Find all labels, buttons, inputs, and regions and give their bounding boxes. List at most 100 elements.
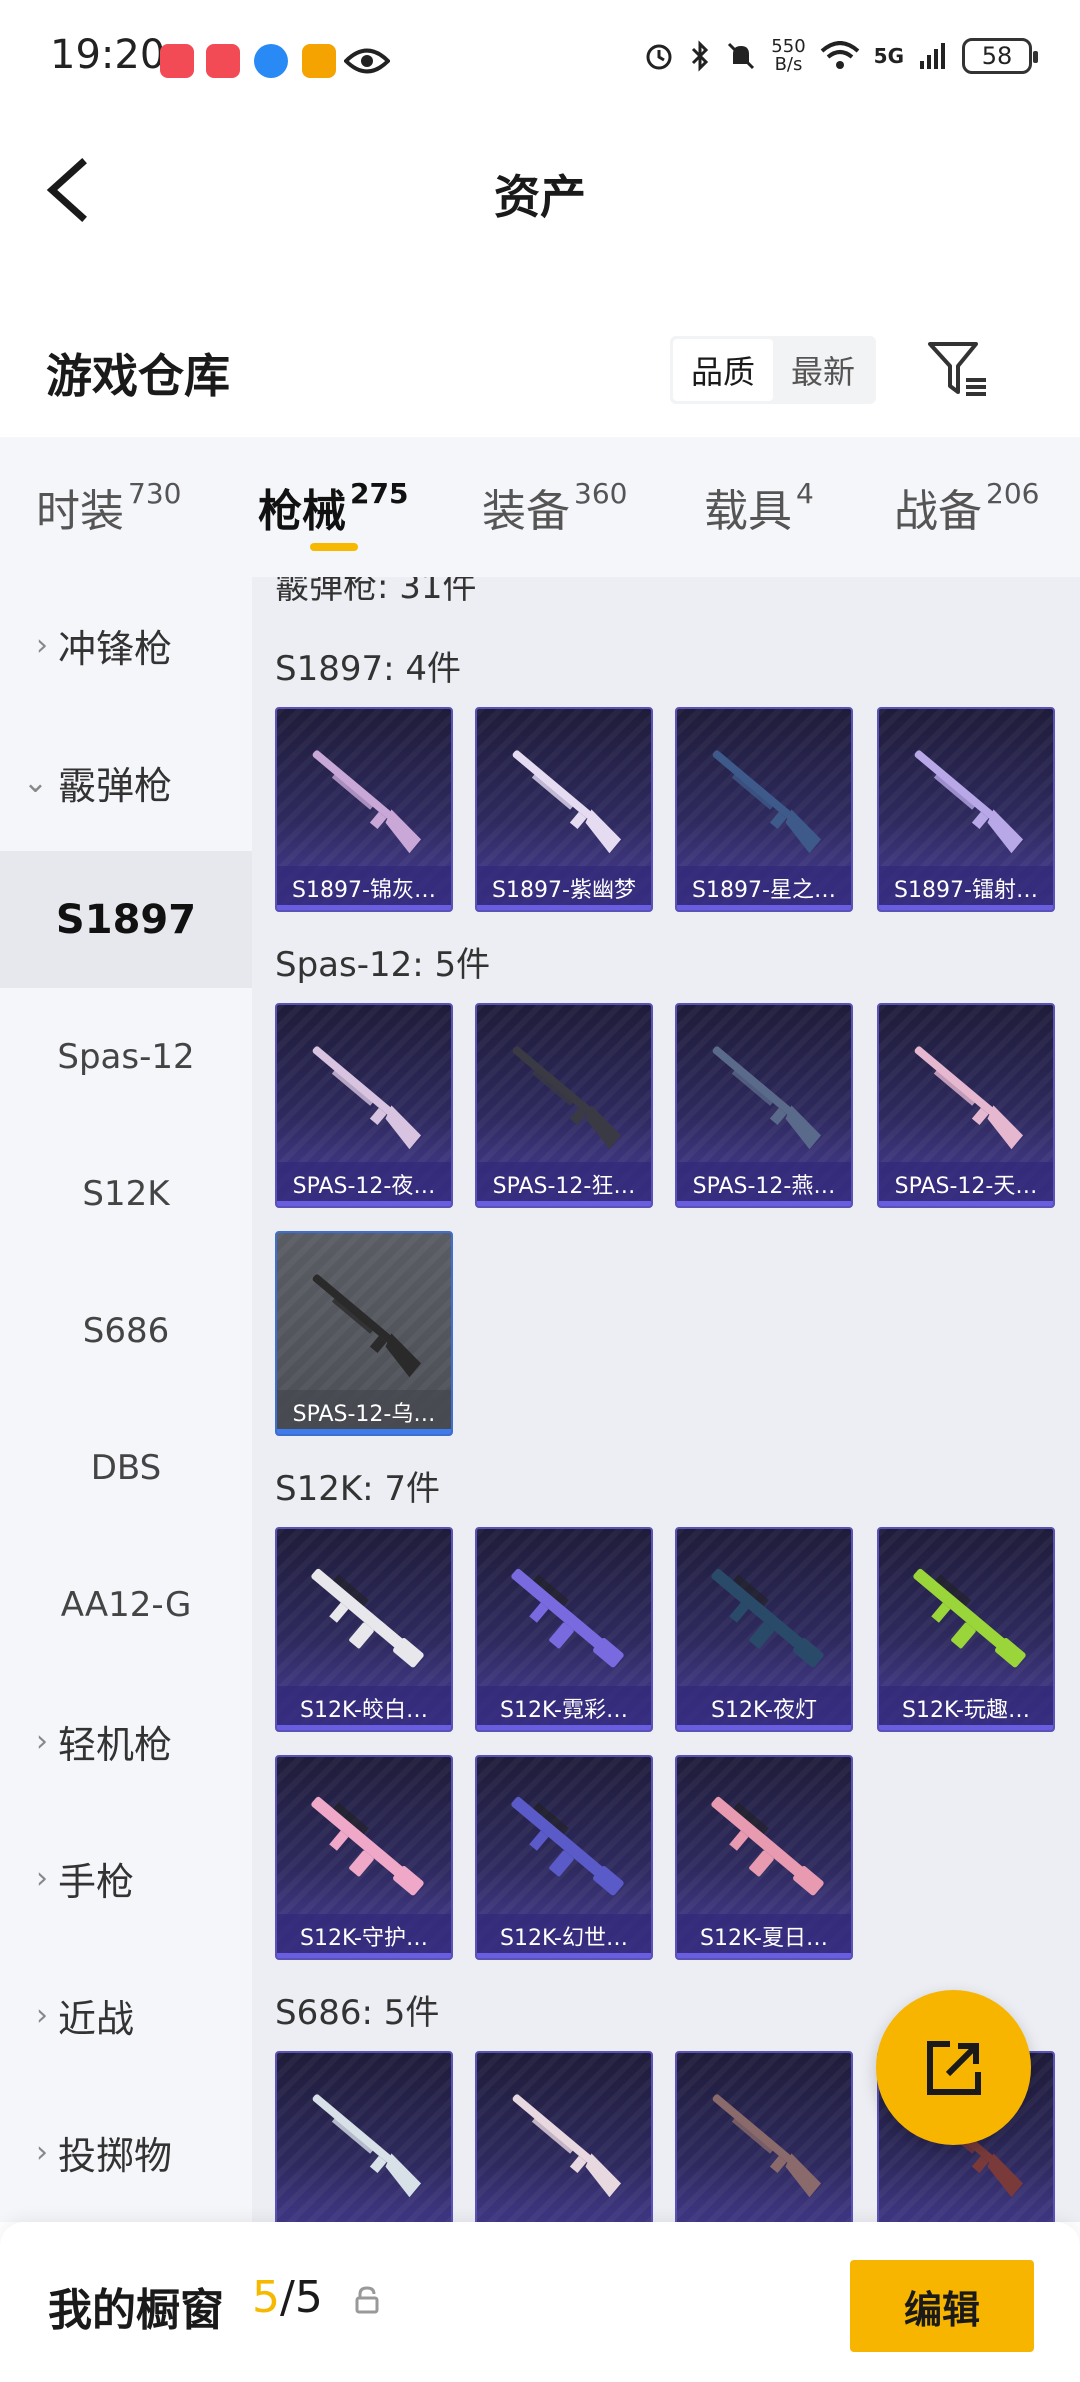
skin-card[interactable] — [275, 2051, 453, 2222]
skin-label: S1897-锦灰… — [277, 866, 451, 910]
skin-card[interactable]: S12K-幻世… — [475, 1755, 653, 1960]
shotgun-icon — [312, 1274, 422, 1378]
chevron-right-icon: › — [36, 628, 48, 663]
sort-latest-button[interactable]: 最新 — [773, 339, 873, 401]
sidebar-sub-s1897[interactable]: S1897 — [0, 851, 252, 988]
network-speed: 550 B/s — [771, 36, 806, 75]
chevron-right-icon: › — [36, 1861, 48, 1896]
skin-label: S12K-皎白… — [277, 1686, 451, 1730]
page-title: 资产 — [494, 170, 586, 224]
group-title-s686: S686: 5件 — [275, 1993, 440, 2033]
shotgun-icon — [312, 750, 422, 854]
chevron-down-icon: ⌄ — [22, 765, 48, 800]
skin-label: S1897-紫幽梦 — [477, 866, 651, 910]
skin-card[interactable]: SPAS-12-天… — [877, 1003, 1055, 1208]
alarm-icon — [646, 44, 672, 70]
skin-label: S12K-夜灯 — [677, 1686, 851, 1730]
rifle-icon — [511, 1796, 624, 1896]
rifle-icon — [311, 1796, 424, 1896]
notification-app-icon — [160, 44, 194, 78]
sidebar-item-pistol[interactable]: › 手枪 — [0, 1810, 252, 1947]
shotgun-icon — [312, 2094, 422, 2198]
tab-fashion[interactable]: 时装 730 — [36, 475, 181, 539]
sidebar-item-smg[interactable]: › 冲锋枪 — [0, 577, 252, 714]
tab-supplies[interactable]: 战备 206 — [894, 475, 1039, 539]
skin-label: SPAS-12-天… — [879, 1162, 1053, 1206]
category-tabs: 时装 730 枪械 275 装备 360 载具 4 战备 206 — [0, 437, 1080, 577]
eye-icon — [344, 48, 390, 74]
shotgun-icon — [712, 750, 822, 854]
chevron-right-icon: › — [36, 1724, 48, 1759]
shotgun-icon — [312, 1046, 422, 1150]
sort-quality-button[interactable]: 品质 — [673, 339, 773, 401]
group-title-s1897: S1897: 4件 — [275, 649, 462, 689]
skin-card[interactable]: SPAS-12-夜… — [275, 1003, 453, 1208]
skin-card[interactable]: SPAS-12-乌… — [275, 1231, 453, 1436]
skin-label: S12K-霓彩… — [477, 1686, 651, 1730]
chevron-right-icon: › — [36, 1998, 48, 2033]
sidebar-sub-s686[interactable]: S686 — [0, 1262, 252, 1399]
tab-vehicles[interactable]: 载具 4 — [704, 475, 814, 539]
skin-label: S12K-玩趣… — [879, 1686, 1053, 1730]
skin-label: S1897-星之… — [677, 866, 851, 910]
wifi-icon — [820, 41, 859, 69]
skin-card[interactable]: S12K-霓彩… — [475, 1527, 653, 1732]
rifle-icon — [913, 1568, 1026, 1668]
sidebar-sub-spas12[interactable]: Spas-12 — [0, 988, 252, 1125]
shotgun-icon — [712, 1046, 822, 1150]
rifle-icon — [711, 1568, 824, 1668]
skin-label: S12K-守护… — [277, 1914, 451, 1958]
tab-equipment[interactable]: 装备 360 — [482, 475, 627, 539]
skin-card[interactable]: S1897-锦灰… — [275, 707, 453, 912]
skin-card[interactable]: S1897-镭射… — [877, 707, 1055, 912]
filter-icon[interactable] — [926, 336, 990, 400]
weapon-sidebar: › 冲锋枪 ⌄ 霰弹枪 S1897 Spas-12 S12K S686 DBS … — [0, 577, 252, 2222]
skin-card[interactable]: S1897-星之… — [675, 707, 853, 912]
status-indicators: 550 B/s 5G 58 — [643, 36, 1038, 75]
shotgun-icon — [512, 750, 622, 854]
skin-card[interactable] — [475, 2051, 653, 2222]
status-bar: 19:20 550 B/s 5G 58 — [0, 0, 1080, 125]
skin-card[interactable]: S1897-紫幽梦 — [475, 707, 653, 912]
shotgun-icon — [512, 2094, 622, 2198]
skin-label: SPAS-12-燕… — [677, 1162, 851, 1206]
group-title-s12k: S12K: 7件 — [275, 1469, 441, 1509]
sidebar-item-melee[interactable]: › 近战 — [0, 1947, 252, 2084]
skin-card[interactable]: S12K-皎白… — [275, 1527, 453, 1732]
edit-button[interactable]: 编辑 — [850, 2260, 1034, 2352]
share-icon — [926, 2040, 981, 2095]
skin-card[interactable]: S12K-玩趣… — [877, 1527, 1055, 1732]
skin-card[interactable]: SPAS-12-狂… — [475, 1003, 653, 1208]
shotgun-icon — [512, 1046, 622, 1150]
skin-card[interactable]: SPAS-12-燕… — [675, 1003, 853, 1208]
battery-indicator: 58 — [962, 38, 1038, 74]
sidebar-item-lmg[interactable]: › 轻机枪 — [0, 1673, 252, 1810]
network-type: 5G — [873, 44, 904, 68]
sidebar-item-shotgun[interactable]: ⌄ 霰弹枪 — [0, 714, 252, 851]
shotgun-icon — [914, 1046, 1024, 1150]
lock-icon — [355, 2286, 379, 2314]
sort-toggle: 品质 最新 — [670, 336, 876, 404]
skin-label: SPAS-12-夜… — [277, 1162, 451, 1206]
tab-firearms[interactable]: 枪械 275 — [258, 475, 408, 539]
group-title-spas12: Spas-12: 5件 — [275, 945, 491, 985]
sidebar-sub-dbs[interactable]: DBS — [0, 1399, 252, 1536]
skin-card[interactable]: S12K-夜灯 — [675, 1527, 853, 1732]
shotgun-icon — [914, 750, 1024, 854]
showcase-bar: 我的橱窗 5/5 编辑 — [0, 2222, 1080, 2382]
skin-label: SPAS-12-狂… — [477, 1162, 651, 1206]
browser-icon — [254, 44, 288, 78]
skin-card[interactable] — [675, 2051, 853, 2222]
chevron-right-icon: › — [36, 2135, 48, 2170]
notification-app-icon — [302, 44, 336, 78]
share-fab-button[interactable] — [876, 1990, 1031, 2145]
sidebar-item-throwable[interactable]: › 投掷物 — [0, 2084, 252, 2221]
skin-label: S12K-幻世… — [477, 1914, 651, 1958]
skin-label: S12K-夏日… — [677, 1914, 851, 1958]
sidebar-sub-aa12g[interactable]: AA12-G — [0, 1536, 252, 1673]
warehouse-title: 游戏仓库 — [46, 349, 230, 403]
skin-card[interactable]: S12K-守护… — [275, 1755, 453, 1960]
skin-card[interactable]: S12K-夏日… — [675, 1755, 853, 1960]
sidebar-sub-s12k[interactable]: S12K — [0, 1125, 252, 1262]
shotgun-icon — [712, 2094, 822, 2198]
